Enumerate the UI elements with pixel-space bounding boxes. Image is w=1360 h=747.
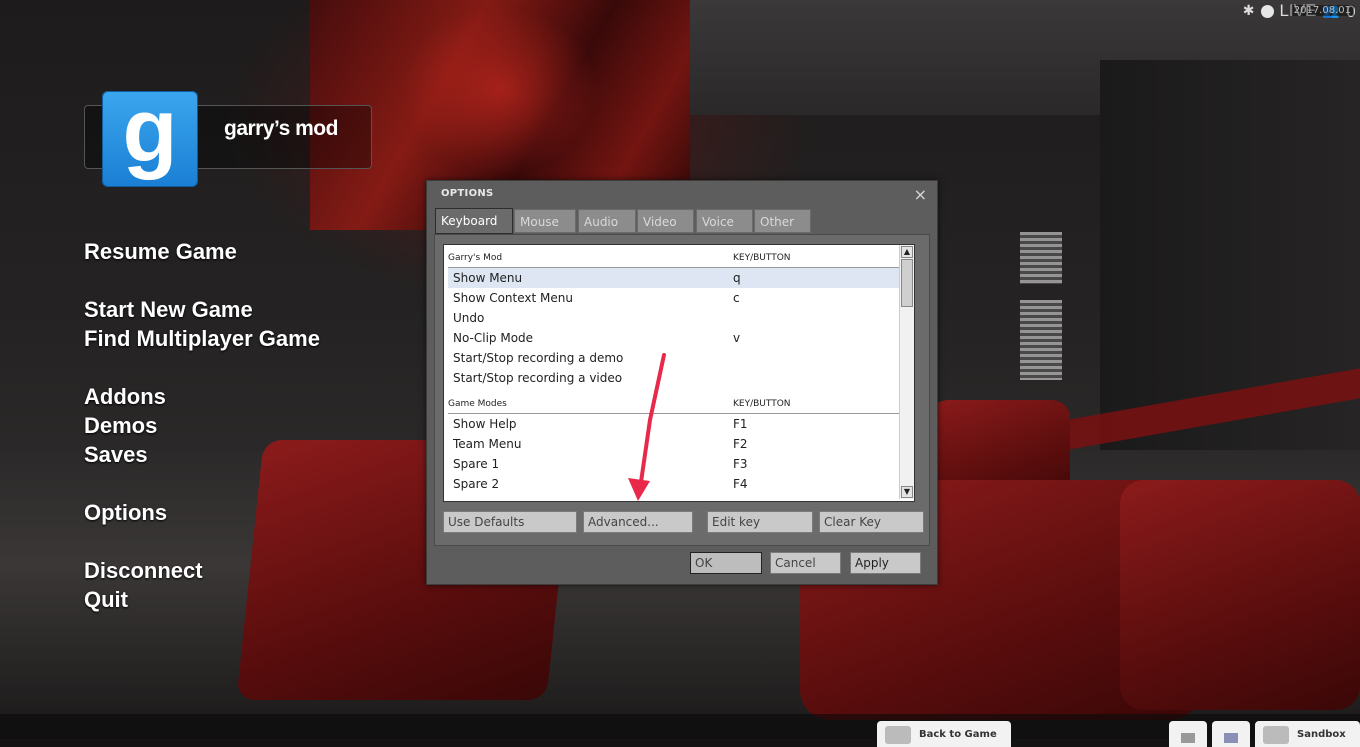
apply-button[interactable]: Apply [850, 552, 921, 574]
binding-key: F4 [733, 477, 748, 491]
binding-action: Spare 2 [453, 477, 500, 491]
options-dialog: OPTIONS × Keyboard Mouse Audio Video Voi… [426, 180, 938, 585]
key-binding-list-content: Garry's Mod KEY/BUTTON Show Menu q Show … [448, 245, 902, 494]
binding-row[interactable]: Start/Stop recording a video [448, 368, 902, 388]
section-column-title: KEY/BUTTON [733, 399, 791, 409]
section-title: Game Modes [448, 399, 507, 409]
binding-action: Show Help [453, 417, 517, 431]
keyboard-panel: Garry's Mod KEY/BUTTON Show Menu q Show … [434, 234, 930, 546]
binding-action: Undo [453, 311, 485, 325]
gamemode-icon [1263, 726, 1289, 744]
menu-start-new-game[interactable]: Start New Game [84, 297, 253, 323]
menu-quit[interactable]: Quit [84, 587, 128, 613]
binding-row[interactable]: Spare 2 F4 [448, 474, 902, 494]
tab-keyboard[interactable]: Keyboard [435, 208, 513, 234]
gamemode-button[interactable]: Sandbox [1255, 721, 1360, 747]
advanced-button[interactable]: Advanced... [583, 511, 693, 533]
cancel-button[interactable]: Cancel [770, 552, 841, 574]
tab-other[interactable]: Other [754, 209, 811, 233]
menu-find-multiplayer[interactable]: Find Multiplayer Game [84, 326, 320, 352]
binding-row[interactable]: Undo [448, 308, 902, 328]
binding-key: F3 [733, 457, 748, 471]
use-defaults-button[interactable]: Use Defaults [443, 511, 577, 533]
tab-video[interactable]: Video [637, 209, 694, 233]
binding-action: Spare 1 [453, 457, 500, 471]
background-vent [1020, 232, 1062, 284]
bug-icon[interactable]: ✱ [1243, 3, 1255, 19]
binding-row[interactable]: Team Menu F2 [448, 434, 902, 454]
close-icon[interactable]: × [914, 185, 927, 204]
menu-demos[interactable]: Demos [84, 413, 157, 439]
section-title: Garry's Mod [448, 253, 503, 263]
menu-saves[interactable]: Saves [84, 442, 148, 468]
tab-audio[interactable]: Audio [578, 209, 636, 233]
binding-action: Show Context Menu [453, 291, 573, 305]
binding-row[interactable]: Show Menu q [448, 268, 902, 288]
binding-action: No-Clip Mode [453, 331, 534, 345]
scroll-thumb[interactable] [901, 259, 913, 307]
background-chair [1120, 480, 1360, 710]
gmod-logo-icon: g [102, 86, 198, 187]
scroll-down-icon[interactable]: ▼ [901, 486, 913, 498]
binding-key: q [733, 271, 741, 285]
language-button[interactable] [1212, 721, 1250, 747]
bottom-bar [0, 714, 1360, 739]
gamepad-icon [885, 726, 911, 744]
binding-row[interactable]: Show Help F1 [448, 414, 902, 434]
version-label: 2017.08.01 [1290, 5, 1354, 16]
flag-icon [1224, 733, 1238, 743]
menu-addons[interactable]: Addons [84, 384, 166, 410]
clear-key-button[interactable]: Clear Key [819, 511, 924, 533]
binding-key: F1 [733, 417, 748, 431]
dialog-title: OPTIONS [441, 188, 494, 199]
binding-key: c [733, 291, 740, 305]
binding-action: Show Menu [453, 271, 523, 285]
binding-row[interactable]: No-Clip Mode v [448, 328, 902, 348]
binding-row[interactable]: Spare 1 F3 [448, 454, 902, 474]
menu-disconnect[interactable]: Disconnect [84, 558, 203, 584]
ok-button[interactable]: OK [690, 552, 762, 574]
live-dot-icon [1260, 4, 1274, 18]
binding-key: F2 [733, 437, 748, 451]
section-header: Game Modes KEY/BUTTON [448, 388, 902, 414]
scroll-up-icon[interactable]: ▲ [901, 246, 913, 258]
binding-row[interactable]: Start/Stop recording a demo [448, 348, 902, 368]
binding-action: Team Menu [453, 437, 522, 451]
edit-key-button[interactable]: Edit key [707, 511, 813, 533]
monitor-icon [1181, 733, 1195, 743]
back-to-game-button[interactable]: Back to Game [877, 721, 1011, 747]
section-header: Garry's Mod KEY/BUTTON [448, 245, 902, 268]
list-scrollbar[interactable]: ▲ ▼ [899, 245, 914, 499]
key-binding-list[interactable]: Garry's Mod KEY/BUTTON Show Menu q Show … [443, 244, 915, 502]
background-vent [1020, 300, 1062, 380]
logo-title: garry’s mod [224, 117, 338, 140]
back-to-game-label: Back to Game [919, 729, 997, 740]
binding-action: Start/Stop recording a demo [453, 351, 624, 365]
menu-resume-game[interactable]: Resume Game [84, 239, 237, 265]
tab-voice[interactable]: Voice [696, 209, 753, 233]
gamemode-label: Sandbox [1297, 729, 1346, 740]
binding-action: Start/Stop recording a video [453, 371, 623, 385]
binding-row[interactable]: Show Context Menu c [448, 288, 902, 308]
section-column-title: KEY/BUTTON [733, 253, 791, 263]
menu-options[interactable]: Options [84, 500, 167, 526]
tab-mouse[interactable]: Mouse [514, 209, 576, 233]
binding-key: v [733, 331, 741, 345]
monitor-button[interactable] [1169, 721, 1207, 747]
